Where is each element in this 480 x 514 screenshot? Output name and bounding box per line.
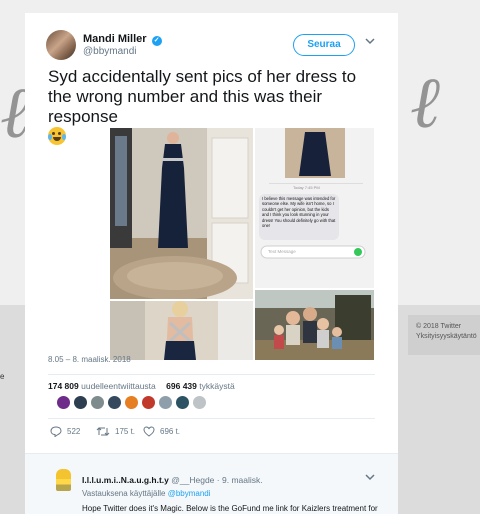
- photo-text-message-screenshot[interactable]: Today 7:45 PM I believe this message was…: [255, 128, 374, 288]
- divider: [48, 374, 375, 375]
- reply-text: Hope Twitter does it's Magic. Below is t…: [82, 504, 378, 513]
- tweet-stats: 174 809 uudelleentwiittausta 696 439 tyk…: [48, 381, 243, 391]
- liker-avatar[interactable]: [90, 395, 105, 410]
- follow-button[interactable]: Seuraa: [293, 34, 355, 56]
- reply-avatar[interactable]: [56, 469, 71, 491]
- reply-author-row[interactable]: I.l.l.u.m.i..N.a.u.g.h.t.y @__Hegde · 9.…: [82, 475, 263, 485]
- retweet-count: 175 t.: [115, 427, 136, 436]
- reply-date[interactable]: 9. maalisk.: [222, 475, 263, 485]
- replying-to: Vastauksena käyttäjälle @bbymandi: [82, 489, 211, 498]
- reply-author-handle[interactable]: @__Hegde: [171, 475, 214, 485]
- liker-avatar[interactable]: [141, 395, 156, 410]
- heart-icon: [143, 426, 155, 437]
- tweet-photo-grid: Today 7:45 PM I believe this message was…: [110, 128, 374, 360]
- tweet-modal: Mandi Miller ✓ @bbymandi Seuraa Syd acci…: [25, 13, 398, 514]
- reply-count: 522: [67, 427, 81, 436]
- liker-avatar[interactable]: [175, 395, 190, 410]
- face-with-tears-of-joy-icon: [48, 127, 66, 145]
- author-handle[interactable]: @bbymandi: [83, 46, 137, 57]
- like-count: 696 t.: [160, 427, 181, 436]
- author-avatar[interactable]: [46, 30, 76, 60]
- reply-icon: [50, 426, 62, 438]
- tweet-body: Syd accidentally sent pics of her dress …: [48, 67, 357, 126]
- liker-avatar[interactable]: [124, 395, 139, 410]
- replying-to-link[interactable]: @bbymandi: [168, 489, 211, 498]
- liker-avatar[interactable]: [107, 395, 122, 410]
- replying-prefix: Vastauksena käyttäjälle: [82, 489, 166, 498]
- likes-label[interactable]: tykkäystä: [199, 381, 234, 391]
- verified-icon: ✓: [151, 36, 162, 46]
- chevron-down-icon[interactable]: [365, 473, 375, 483]
- retweets-count[interactable]: 174 809: [48, 381, 79, 391]
- liker-avatar[interactable]: [56, 395, 71, 410]
- divider: [48, 418, 375, 419]
- author-name-row[interactable]: Mandi Miller ✓: [83, 33, 162, 46]
- background-footer: © 2018 Twitter Yksityisyyskäytäntö: [408, 315, 480, 355]
- liker-avatar[interactable]: [158, 395, 173, 410]
- banner-script-right: ℓ: [410, 60, 440, 144]
- reply-button[interactable]: 522: [50, 426, 81, 438]
- liker-avatar[interactable]: [192, 395, 207, 410]
- photo-dress-front[interactable]: [110, 128, 253, 299]
- message-time: Today 7:45 PM: [293, 185, 320, 190]
- footer-copyright: © 2018 Twitter: [416, 323, 462, 330]
- tweet-header: Mandi Miller ✓ @bbymandi Seuraa: [25, 13, 398, 73]
- message-body: I believe this message was intended for …: [262, 196, 336, 229]
- message-input-placeholder: Text Message: [268, 249, 296, 254]
- author-name[interactable]: Mandi Miller: [83, 33, 147, 45]
- photo-dress-back[interactable]: [110, 301, 253, 360]
- retweet-button[interactable]: 175 t.: [96, 426, 135, 437]
- reply-tweet[interactable]: I.l.l.u.m.i..N.a.u.g.h.t.y @__Hegde · 9.…: [25, 453, 398, 514]
- liker-avatar[interactable]: [73, 395, 88, 410]
- likes-count[interactable]: 696 439: [166, 381, 197, 391]
- chevron-down-icon[interactable]: [365, 37, 375, 48]
- retweet-icon: [96, 427, 110, 436]
- footer-privacy-link[interactable]: Yksityisyyskäytäntö: [416, 332, 480, 342]
- retweets-label[interactable]: uudelleentwiittausta: [81, 381, 156, 391]
- reply-author-name[interactable]: I.l.l.u.m.i..N.a.u.g.h.t.y: [82, 475, 169, 485]
- like-button[interactable]: 696 t.: [143, 426, 180, 437]
- photo-family-response[interactable]: [255, 290, 374, 360]
- background-edge-text: e: [0, 372, 5, 381]
- tweet-timestamp[interactable]: 8.05 – 8. maalisk. 2018: [48, 355, 131, 364]
